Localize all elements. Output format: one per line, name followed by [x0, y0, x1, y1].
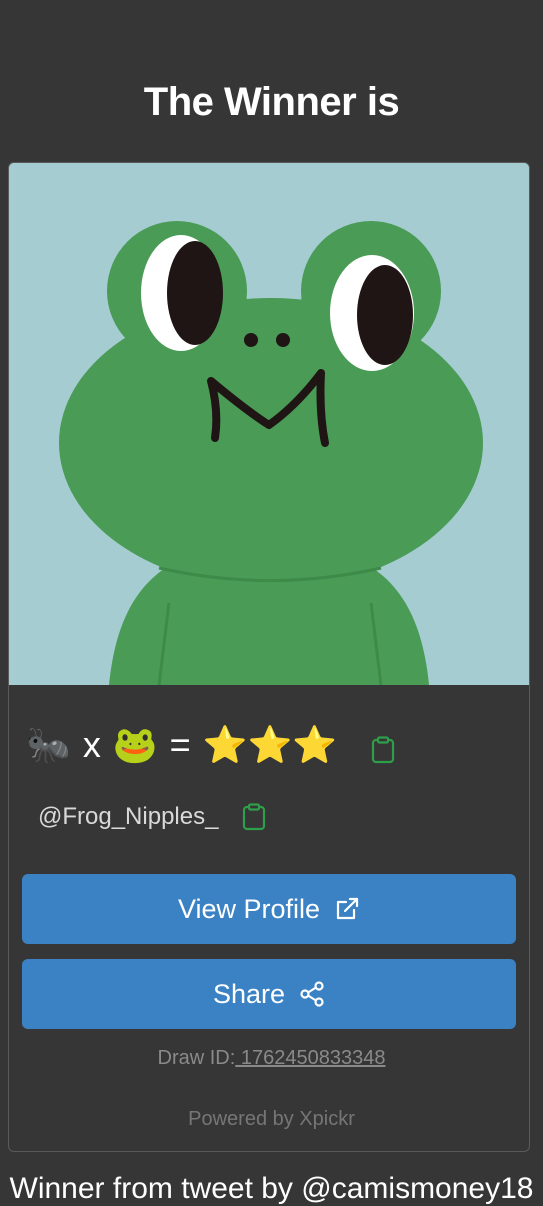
clipboard-icon[interactable] [242, 803, 266, 831]
share-icon [299, 981, 325, 1007]
frog-emoji: 🐸 [112, 724, 158, 765]
view-profile-button[interactable]: View Profile [22, 874, 516, 944]
view-profile-label: View Profile [177, 893, 321, 924]
draw-id-link[interactable]: 1762450833348 [235, 1047, 386, 1069]
winner-handle: @Frog_Nipples_ [38, 803, 219, 830]
stars-emoji: ⭐⭐⭐ [202, 724, 338, 765]
clipboard-icon[interactable] [371, 731, 395, 764]
draw-id-label: Draw ID: [157, 1047, 236, 1069]
ant-emoji: 🐜 [26, 724, 71, 765]
winner-avatar [9, 163, 529, 685]
external-link-icon [334, 896, 360, 922]
page-title: The Winner is [143, 80, 400, 124]
powered-by: Powered by Xpickr [188, 1108, 355, 1130]
footer-caption: Winner from tweet by @camismoney18 [9, 1172, 534, 1205]
name-equals: = [169, 724, 191, 765]
share-button[interactable]: Share [22, 959, 516, 1029]
winner-handle-row: @Frog_Nipples_ [38, 800, 266, 834]
name-x: x [82, 724, 101, 765]
winner-display-name: 🐜 x 🐸 = ⭐⭐⭐ [26, 720, 395, 770]
draw-id: Draw ID: 1762450833348 [0, 1047, 543, 1070]
share-label: Share [212, 978, 286, 1009]
